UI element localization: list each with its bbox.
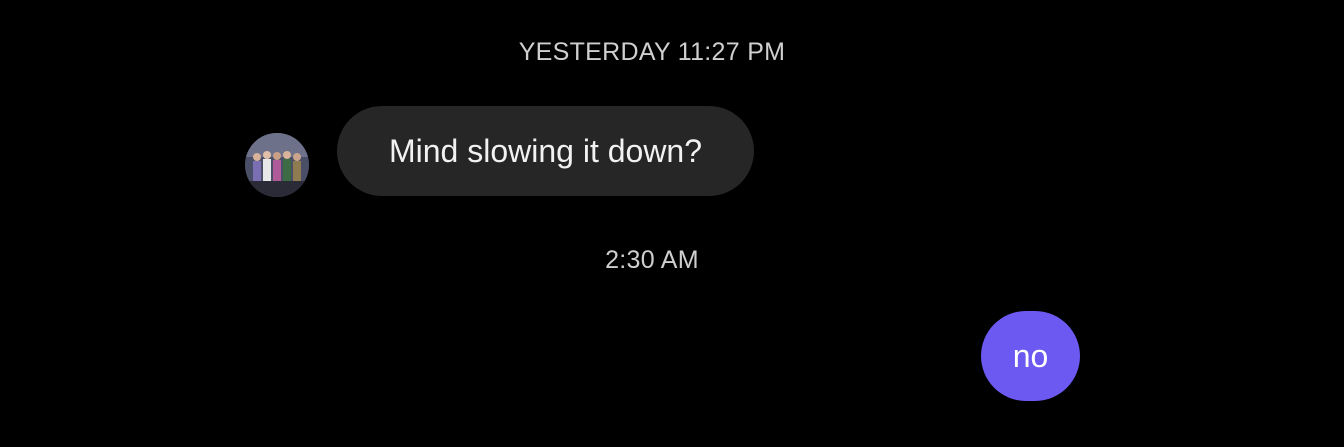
timestamp-yesterday: YESTERDAY 11:27 PM bbox=[518, 38, 786, 66]
timestamp-today: 2:30 AM bbox=[605, 246, 699, 274]
group-photo-icon bbox=[245, 133, 309, 197]
outgoing-message-bubble[interactable]: no bbox=[981, 311, 1080, 401]
incoming-message-bubble[interactable]: Mind slowing it down? bbox=[337, 106, 754, 196]
avatar[interactable] bbox=[245, 133, 309, 197]
